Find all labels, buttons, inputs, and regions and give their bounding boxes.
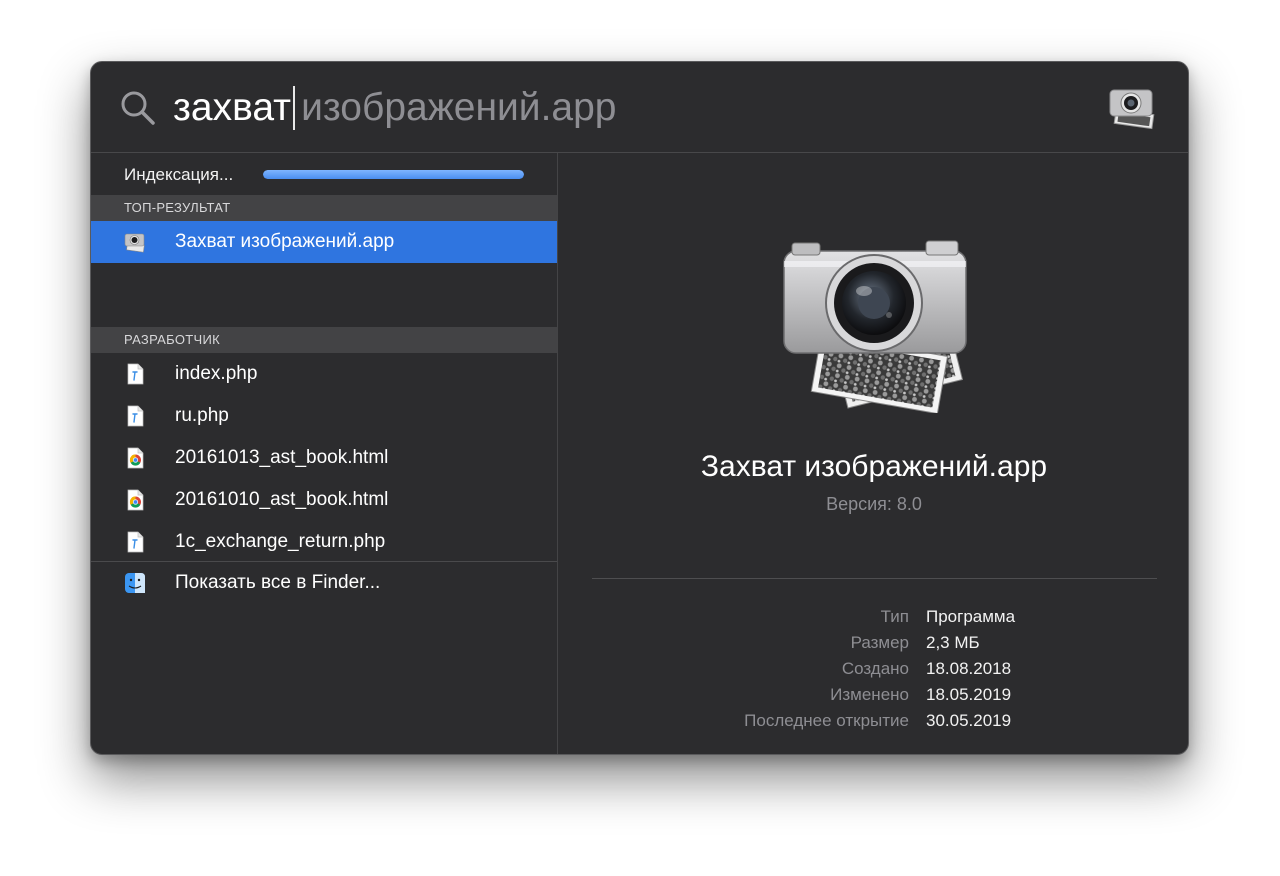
show-all-label: Показать все в Finder... [175, 572, 381, 593]
indexing-progress-bar [263, 170, 524, 179]
search-query-text: захват [173, 86, 292, 129]
php-file-icon [127, 363, 144, 385]
metadata-value: Программа [926, 607, 1016, 626]
metadata-row: Размер 2,3 МБ [558, 633, 1188, 659]
indexing-status: Индексация... [91, 153, 557, 195]
result-item-label: ru.php [175, 405, 229, 426]
metadata-row: Последнее открытие 30.05.2019 [558, 711, 1188, 737]
chrome-html-icon [127, 489, 144, 511]
result-item[interactable]: 20161013_ast_book.html [91, 437, 557, 479]
result-item-label: index.php [175, 363, 258, 384]
result-item-top[interactable]: Захват изображений.app [91, 221, 557, 263]
section-header-top-result: ТОП-РЕЗУЛЬТАТ [91, 195, 557, 221]
result-item-label: 20161013_ast_book.html [175, 447, 389, 468]
result-item[interactable]: 1c_exchange_return.php [91, 521, 557, 563]
result-item-label: 20161010_ast_book.html [175, 489, 389, 510]
php-file-icon [127, 531, 144, 553]
section-header-developer: РАЗРАБОТЧИК [91, 327, 557, 353]
metadata-row: Тип Программа [558, 607, 1188, 633]
indexing-label: Индексация... [124, 165, 234, 184]
image-capture-icon [1109, 89, 1155, 130]
metadata-value: 30.05.2019 [926, 711, 1012, 730]
metadata-key: Создано [841, 659, 909, 678]
result-item-label: 1c_exchange_return.php [175, 531, 386, 552]
preview-pane: Захват изображений.app Версия: 8.0 Тип Пр… [558, 153, 1188, 754]
finder-icon [125, 573, 145, 593]
preview-divider [592, 578, 1157, 579]
text-caret [293, 86, 296, 130]
result-item[interactable]: 20161010_ast_book.html [91, 479, 557, 521]
preview-app-version: Версия: 8.0 [826, 494, 922, 514]
show-all-in-finder[interactable]: Показать все в Finder... [91, 562, 557, 604]
result-item-label: Захват изображений.app [175, 231, 395, 252]
metadata-value: 2,3 МБ [926, 633, 980, 652]
chrome-html-icon [127, 447, 144, 469]
preview-app-name: Захват изображений.app [700, 450, 1048, 483]
php-file-icon [127, 405, 144, 427]
results-list: Индексация... ТОП-РЕЗУЛЬТАТ Захват изобр… [91, 153, 558, 754]
metadata-key: Тип [880, 607, 909, 626]
result-item[interactable]: index.php [91, 353, 557, 395]
image-capture-icon [124, 233, 145, 253]
image-capture-icon [783, 240, 967, 413]
metadata-value: 18.08.2018 [926, 659, 1012, 678]
search-icon [121, 91, 155, 125]
search-input[interactable]: захват изображений.app [173, 82, 617, 134]
metadata-row: Изменено 18.05.2019 [558, 685, 1188, 711]
metadata-key: Изменено [830, 685, 909, 704]
search-bar[interactable]: захват изображений.app [91, 62, 1188, 153]
indexing-progress-fill [263, 170, 524, 179]
result-item[interactable]: ru.php [91, 395, 557, 437]
metadata-row: Создано 18.08.2018 [558, 659, 1188, 685]
metadata-value: 18.05.2019 [926, 685, 1012, 704]
metadata-key: Размер [850, 633, 909, 652]
search-autocomplete: изображений.app [301, 86, 617, 129]
spotlight-window: захват изображений.app Индексация... ТОП… [90, 61, 1189, 755]
metadata-key: Последнее открытие [744, 711, 909, 730]
